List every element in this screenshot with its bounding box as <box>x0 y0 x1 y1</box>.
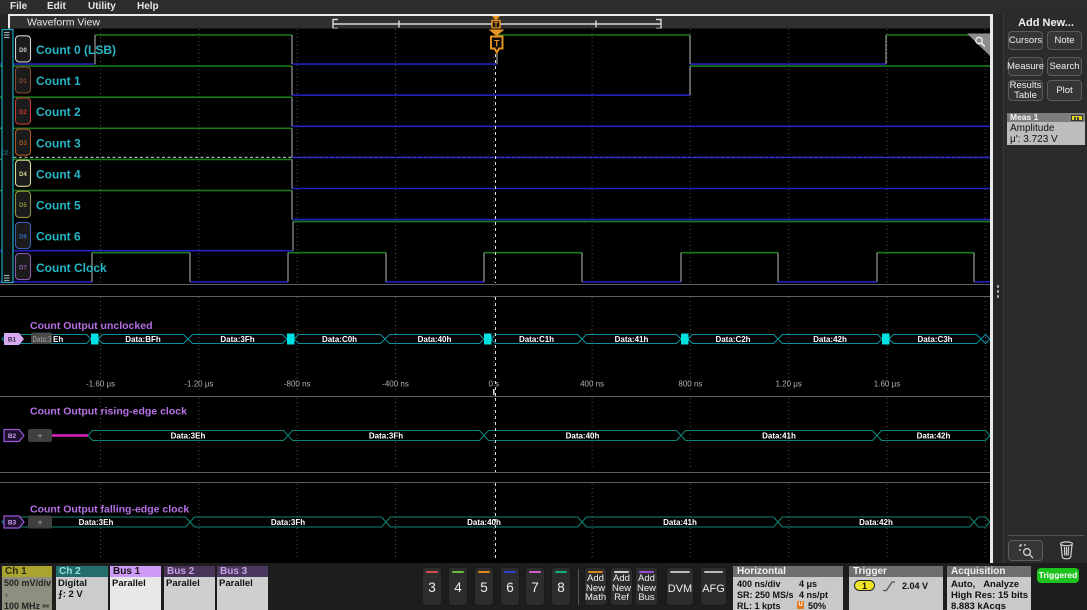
svg-text:Count 4: Count 4 <box>36 167 81 181</box>
svg-text:800 ns: 800 ns <box>678 380 702 389</box>
svg-text:D0: D0 <box>19 48 27 54</box>
svg-text:Data:C2h: Data:C2h <box>715 335 750 344</box>
svg-text:+: + <box>37 432 43 443</box>
svg-text:Count 0 (LSB): Count 0 (LSB) <box>36 43 116 57</box>
svg-text:-400 ns: -400 ns <box>382 380 409 389</box>
svg-text:D2: D2 <box>19 110 27 116</box>
svg-text:Data:3Fh: Data:3Fh <box>271 518 305 527</box>
svg-text:Count Clock: Count Clock <box>36 261 107 275</box>
svg-text:C2: C2 <box>1 151 8 157</box>
svg-text:Data:C0h: Data:C0h <box>322 335 357 344</box>
svg-text:Data:40h: Data:40h <box>566 432 600 441</box>
svg-text:+: + <box>37 518 43 529</box>
svg-text:Eh: Eh <box>53 335 63 344</box>
svg-text:Count 1: Count 1 <box>36 74 81 88</box>
svg-text:0 s: 0 s <box>488 380 499 389</box>
svg-text:-800 ns: -800 ns <box>284 380 311 389</box>
svg-text:B3: B3 <box>8 520 17 527</box>
svg-text:D7: D7 <box>19 265 27 271</box>
svg-text:1.60 μs: 1.60 μs <box>874 380 900 389</box>
svg-text:Data:3: Data:3 <box>33 335 52 344</box>
svg-text:Count 6: Count 6 <box>36 230 81 244</box>
svg-text:Data:42h: Data:42h <box>917 432 951 441</box>
svg-text:Count Output unclocked: Count Output unclocked <box>30 320 153 332</box>
svg-text:Data:41h: Data:41h <box>663 518 697 527</box>
svg-text:B1: B1 <box>8 337 17 344</box>
svg-text:Data:3Eh: Data:3Eh <box>79 518 114 527</box>
svg-text:D6: D6 <box>19 234 27 240</box>
svg-text:1.20 μs: 1.20 μs <box>775 380 801 389</box>
svg-text:Data:3Fh: Data:3Fh <box>220 335 254 344</box>
svg-text:Data:3Fh: Data:3Fh <box>369 432 403 441</box>
svg-text:T: T <box>494 39 500 49</box>
svg-text:T: T <box>494 22 499 29</box>
svg-text:Count Output rising-edge clock: Count Output rising-edge clock <box>30 406 187 418</box>
svg-text:Data:41h: Data:41h <box>762 432 796 441</box>
svg-text:Count 3: Count 3 <box>36 136 81 150</box>
svg-text:Data:C1h: Data:C1h <box>519 335 554 344</box>
svg-text:Data:40h: Data:40h <box>418 335 452 344</box>
svg-text:D4: D4 <box>19 172 27 178</box>
svg-text:D1: D1 <box>19 79 27 85</box>
svg-text:Data:42h: Data:42h <box>813 335 847 344</box>
svg-text:B2: B2 <box>8 433 17 440</box>
svg-text:Count 2: Count 2 <box>36 105 81 119</box>
svg-text:Data:41h: Data:41h <box>615 335 649 344</box>
svg-text:-1.60 μs: -1.60 μs <box>86 380 115 389</box>
svg-text:400 ns: 400 ns <box>580 380 604 389</box>
svg-text:-1.20 μs: -1.20 μs <box>184 380 213 389</box>
svg-text:Count 5: Count 5 <box>36 199 81 213</box>
svg-text:Data:3Eh: Data:3Eh <box>171 432 206 441</box>
svg-text:Data:BFh: Data:BFh <box>125 335 161 344</box>
svg-text:D5: D5 <box>19 203 27 209</box>
svg-text:Count Output falling-edge cloc: Count Output falling-edge clock <box>30 504 189 516</box>
svg-text:Waveform View: Waveform View <box>27 17 100 29</box>
svg-text:D3: D3 <box>19 141 27 147</box>
svg-text:Data:42h: Data:42h <box>859 518 893 527</box>
svg-text:Data:C3h: Data:C3h <box>917 335 952 344</box>
